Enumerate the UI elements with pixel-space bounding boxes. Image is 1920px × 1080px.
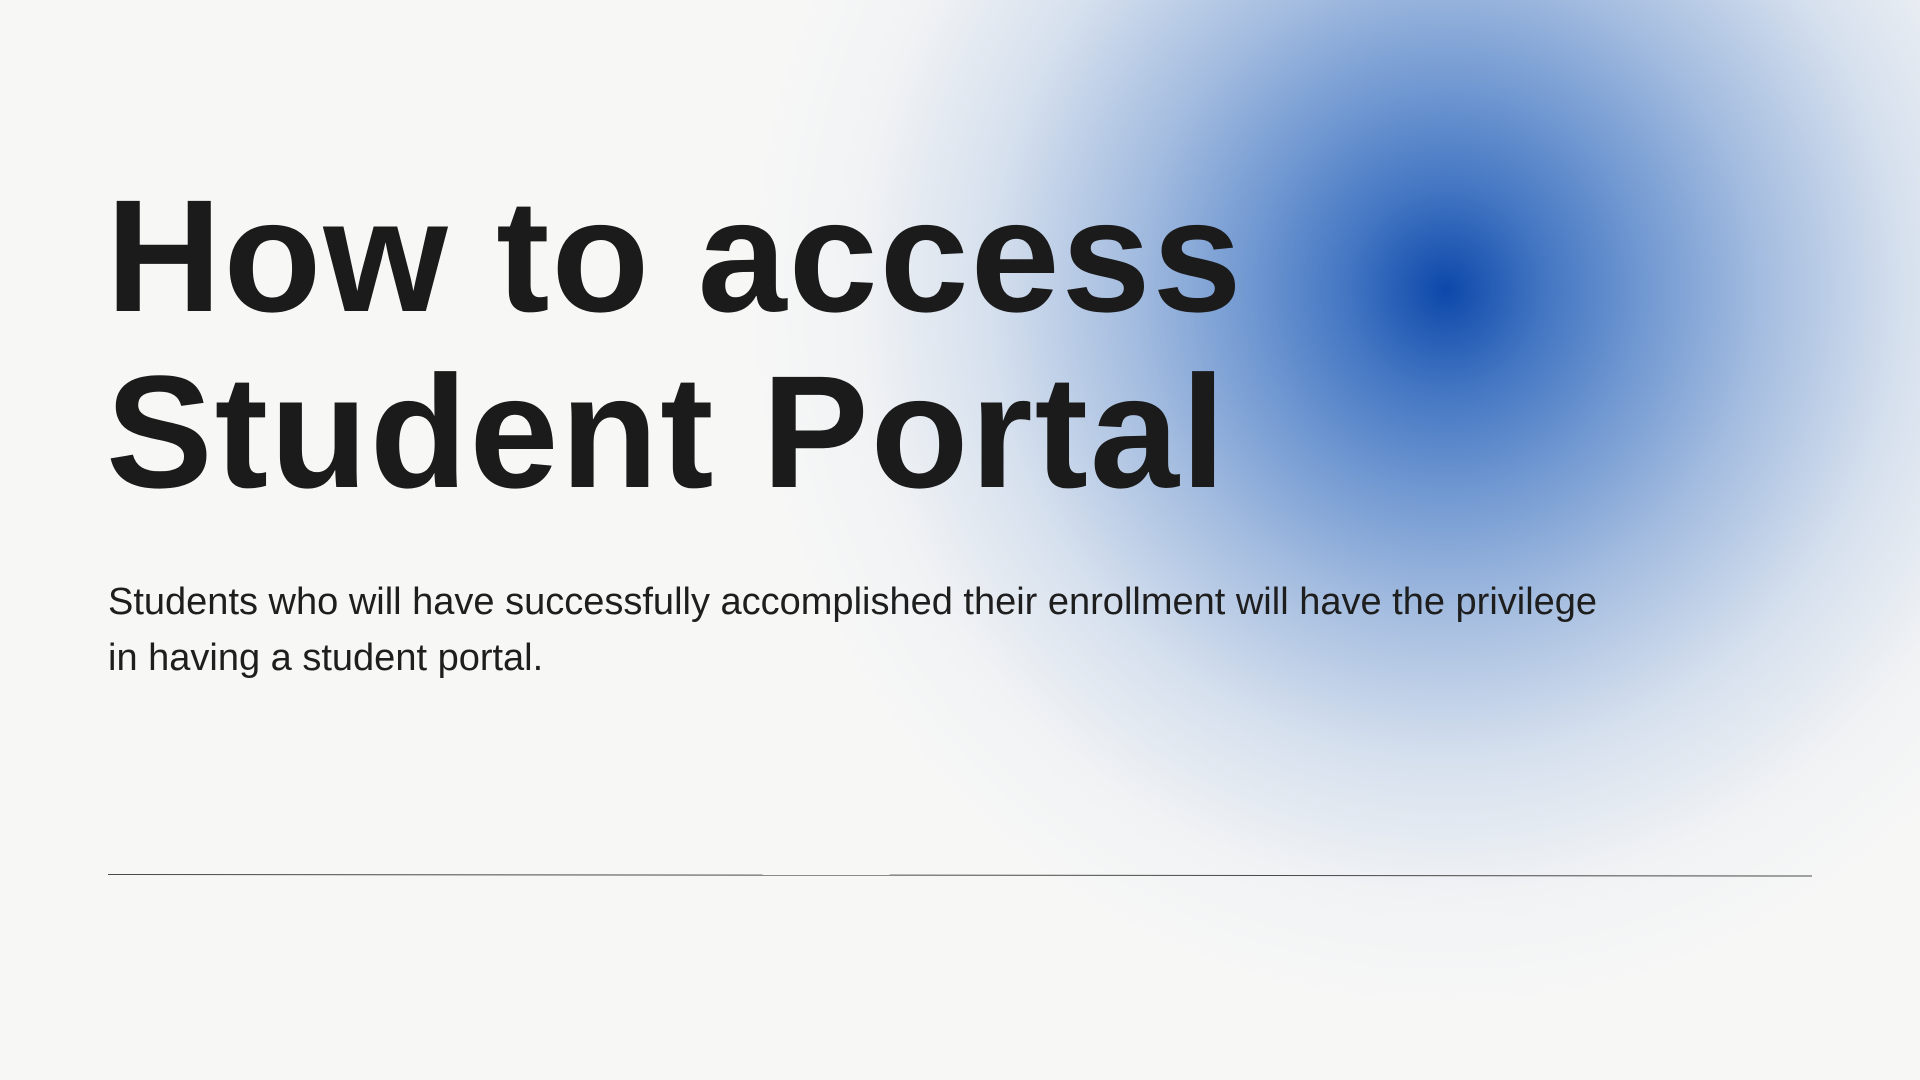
slide-body-line-1: Students who will have successfully acco… — [108, 581, 1598, 623]
slide-title-line-2: Student Portal — [106, 342, 1228, 521]
slide: How to access Student Portal Students wh… — [0, 0, 1920, 1080]
horizontal-divider — [107, 874, 1812, 877]
slide-body-text: Students who will have successfully acco… — [108, 574, 1808, 686]
slide-title: How to access Student Portal — [106, 168, 1244, 520]
slide-body-line-2: in having a student portal. — [108, 637, 544, 679]
slide-title-line-1: How to access — [106, 166, 1244, 345]
